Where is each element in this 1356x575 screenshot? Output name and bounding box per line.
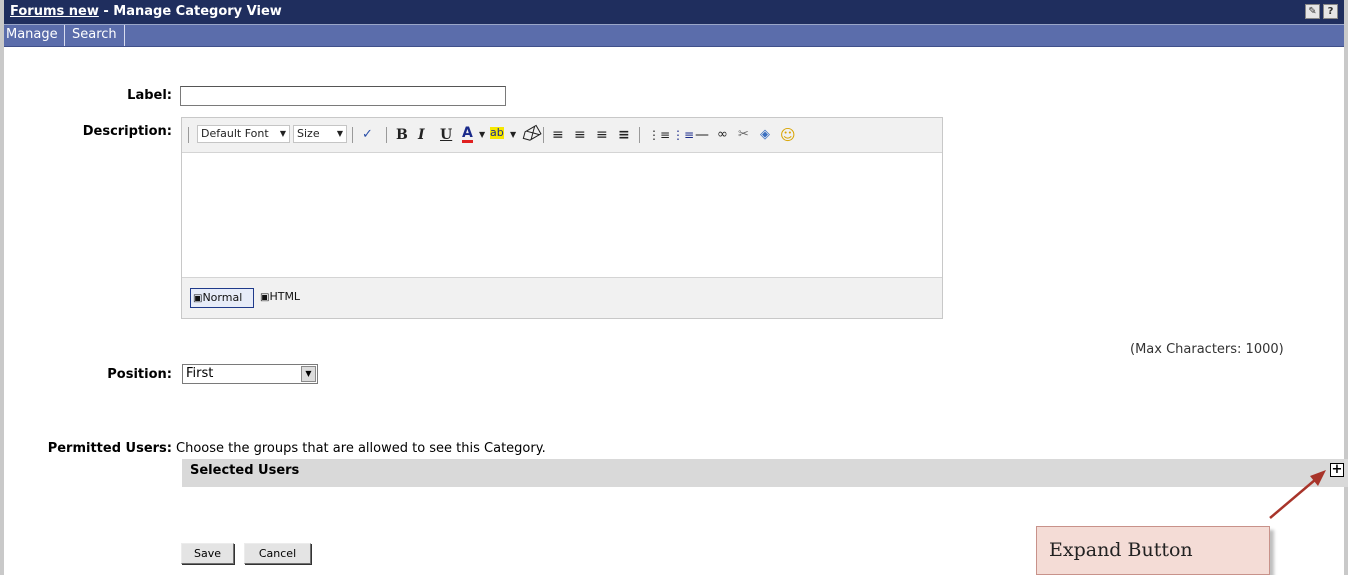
align-center-icon[interactable]: ≡ [574, 127, 586, 143]
font-color-icon[interactable]: A [462, 126, 473, 143]
settings-tool-icon[interactable]: ✎ [1305, 4, 1320, 19]
align-left-icon[interactable]: ≡ [552, 127, 564, 143]
position-selected-value: First [186, 366, 214, 381]
font-dropdown-label: Default Font [201, 127, 269, 140]
help-icon[interactable]: ? [1323, 4, 1338, 19]
chevron-down-icon[interactable]: ▼ [479, 127, 485, 143]
title-bar: Forums new - Manage Category View ✎ ? [4, 0, 1344, 25]
chevron-down-icon[interactable]: ▼ [510, 127, 516, 143]
expand-button-callout: Expand Button [1036, 526, 1270, 575]
bold-icon[interactable]: B [396, 127, 408, 143]
link-icon[interactable]: ∞ [717, 127, 728, 143]
toolbar-divider [639, 127, 640, 143]
toolbar-divider [352, 127, 353, 143]
normal-mode-label: Normal [202, 291, 243, 304]
save-button[interactable]: Save [181, 543, 234, 564]
editor-mode-bar: ▣Normal ▣HTML [182, 277, 942, 318]
description-field-label: Description: [82, 124, 172, 139]
eraser-icon[interactable]: ⌫ [519, 123, 544, 147]
html-mode-label: HTML [269, 290, 301, 303]
size-dropdown-label: Size [297, 127, 320, 140]
editor-content-area[interactable] [182, 153, 942, 279]
smiley-icon[interactable]: ☺ [780, 127, 796, 143]
position-field-label: Position: [107, 367, 172, 382]
spellcheck-icon[interactable]: ✓ [362, 127, 373, 143]
forums-link[interactable]: Forums new [10, 4, 99, 19]
rich-text-editor: Default Font ▼ Size ▼ ✓ B I U A ▼ ab ▼ ⌫ ≡… [181, 117, 943, 319]
italic-icon[interactable]: I [418, 127, 425, 143]
image-icon[interactable]: ◈ [760, 127, 770, 143]
label-input[interactable] [180, 86, 506, 106]
selected-users-header: Selected Users [190, 463, 300, 478]
title-text: - Manage Category View [98, 4, 282, 19]
expand-plus-icon[interactable]: + [1330, 463, 1344, 477]
nav-divider [124, 25, 125, 46]
chevron-down-icon: ▼ [279, 129, 286, 138]
label-field-label: Label: [127, 88, 172, 103]
toolbar-divider [386, 127, 387, 143]
unlink-icon[interactable]: ✂ [738, 127, 749, 143]
permitted-users-label: Permitted Users: [47, 441, 172, 456]
toolbar-grip [188, 127, 189, 143]
chevron-down-icon[interactable]: ▼ [301, 366, 316, 382]
font-dropdown[interactable]: Default Font ▼ [197, 125, 290, 143]
numbered-list-icon[interactable]: ⋮≡ [648, 127, 670, 143]
chevron-down-icon: ▼ [336, 129, 343, 138]
nav-item-search[interactable]: Search [72, 27, 117, 42]
nav-divider [64, 25, 65, 46]
normal-mode-tab[interactable]: ▣Normal [190, 288, 254, 308]
highlight-icon[interactable]: ab [490, 127, 504, 139]
align-justify-icon[interactable]: ≡ [618, 127, 630, 143]
page-title: Forums new - Manage Category View [10, 4, 282, 19]
cancel-button[interactable]: Cancel [244, 543, 311, 564]
permitted-users-description: Choose the groups that are allowed to se… [176, 441, 546, 456]
nav-bar: Manage Search [4, 25, 1344, 47]
manage-category-window: Forums new - Manage Category View ✎ ? Ma… [0, 0, 1348, 575]
nav-item-manage[interactable]: Manage [6, 27, 58, 42]
size-dropdown[interactable]: Size ▼ [293, 125, 347, 143]
bullet-list-icon[interactable]: ⋮≡ [672, 127, 694, 143]
underline-icon[interactable]: U [440, 127, 452, 143]
align-right-icon[interactable]: ≡ [596, 127, 608, 143]
html-mode-tab[interactable]: ▣HTML [258, 288, 314, 308]
horizontal-rule-icon[interactable]: — [695, 127, 709, 143]
position-select[interactable]: First ▼ [182, 364, 318, 384]
selected-users-panel: Selected Users + [182, 459, 1348, 487]
editor-toolbar: Default Font ▼ Size ▼ ✓ B I U A ▼ ab ▼ ⌫ ≡… [182, 118, 942, 153]
toolbar-divider [543, 127, 544, 143]
max-characters-note: (Max Characters: 1000) [1130, 342, 1284, 357]
